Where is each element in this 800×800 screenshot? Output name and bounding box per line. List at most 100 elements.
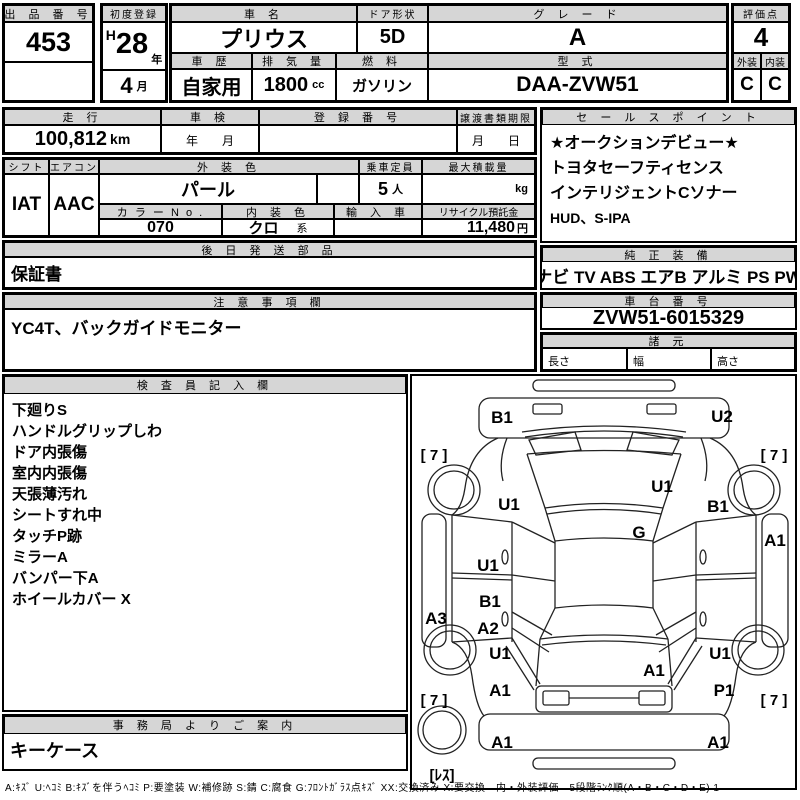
damage-marker: B1: [491, 408, 513, 427]
notes-label: 注 意 事 項 欄: [4, 294, 535, 309]
mileage-label: 走 行: [4, 109, 161, 125]
wheel-rear-right: [731, 624, 785, 676]
list-line: シートすれ中: [12, 507, 103, 524]
capacity-value: 5人: [359, 174, 422, 204]
notes-value: YC4T、バックガイドモニター: [4, 309, 535, 370]
c-pillar-left: [539, 607, 556, 640]
equipment-label: 純 正 装 備: [542, 247, 795, 262]
registration-number-label: 登 録 番 号: [259, 109, 457, 125]
c-pillar-right: [652, 607, 669, 640]
right-door-top: [695, 514, 757, 523]
fuel-value: ガソリン: [336, 69, 428, 101]
list-line: 下廻りS: [12, 402, 68, 419]
left-rear-door-handle: [501, 611, 509, 627]
tire-size-label: [ 7 ]: [761, 447, 788, 464]
damage-marker: B1: [479, 592, 501, 611]
a-pillar-right: [652, 453, 682, 542]
office-info-value: キーケース: [10, 741, 100, 761]
max-load-value: kg: [422, 174, 535, 204]
a-pillar-left: [526, 453, 556, 542]
damage-marker: U1: [498, 495, 520, 514]
color-no-label: カ ラ ー N o .: [99, 204, 222, 219]
car-name-value: プリウス: [171, 22, 357, 53]
month-unit: 月: [136, 80, 148, 93]
dimensions-label: 諸 元: [542, 334, 795, 348]
list-line: ドア内張傷: [12, 444, 88, 461]
aircon-label: エアコン: [49, 159, 99, 174]
recycle-deposit-unit: 円: [517, 222, 528, 235]
left-fold-line1: [511, 521, 556, 544]
sales-points-box: セ ー ル ス ポ イ ン ト ★オークションデビュー★ トヨタセーフティセンスイ…: [540, 107, 797, 243]
sales-points-list: ★オークションデビュー★ トヨタセーフティセンス インテリジェントCソナー HUD、S…: [542, 127, 795, 239]
damage-marker: A3: [425, 609, 447, 628]
recycle-deposit-value: 11,480 円: [422, 219, 535, 236]
list-line: バンパー下A: [12, 570, 99, 587]
car-name-label: 車 名: [171, 5, 357, 22]
damage-marker: U1: [651, 477, 673, 496]
inspection-value: 年 月: [161, 125, 259, 153]
later-parts-value: 保証書: [4, 257, 535, 288]
displacement-unit: cc: [312, 79, 325, 91]
tire-size-label: [ 7 ]: [421, 692, 448, 709]
inspection-label: 車 検: [161, 109, 259, 125]
right-door-divider1: [695, 572, 757, 576]
damage-marker: A1: [491, 733, 513, 752]
car-history-label: 車 歴: [171, 53, 252, 69]
list-line: インテリジェントCソナー: [550, 185, 738, 202]
list-line: HUD、S-IPA: [550, 210, 631, 226]
damage-marker: A2: [477, 619, 499, 638]
front-fender-right-inner: [700, 437, 708, 482]
chassis-number-label: 車 台 番 号: [542, 294, 795, 308]
inspector-notes-box: 検 査 員 記 入 欄 下廻りS ハンドルグリップしわ ドア内張傷 室内内張傷 天張薄汚…: [2, 374, 408, 712]
rear-fender-left: [451, 641, 485, 717]
right-door-divider2: [695, 577, 757, 581]
recycle-deposit-number: 11,480: [466, 219, 515, 236]
sales-points-label: セ ー ル ス ポ イ ン ト: [542, 109, 795, 125]
color-no-value: 070: [99, 219, 222, 236]
damage-marker: A1: [489, 681, 511, 700]
spare-tire: [417, 705, 467, 755]
interior-grade-value: C: [761, 69, 789, 101]
left-door-top: [451, 514, 513, 523]
damage-marker: U2: [711, 407, 733, 426]
damage-marker: A1: [764, 531, 786, 550]
import-label: 輸 入 車: [334, 204, 422, 219]
damage-marker: P1: [714, 681, 735, 700]
body-color-label: 外 装 色: [99, 159, 359, 174]
height-cell: 高さ: [711, 348, 795, 370]
lot-number-empty-cell: [4, 62, 93, 101]
wheel-front-left: [427, 464, 481, 516]
front-bumper-slot-left: [532, 403, 563, 415]
right-front-door-handle: [699, 549, 707, 565]
front-edge-bar: [532, 379, 676, 392]
registration-number-value: [259, 125, 457, 153]
car-history-value: 自家用: [171, 69, 252, 101]
wheel-rear-left: [423, 624, 477, 676]
model-code-value: DAA-ZVW51: [428, 69, 727, 101]
recycle-deposit-label: リサイクル預託金: [422, 204, 535, 219]
capacity-label: 乗車定員: [359, 159, 422, 174]
front-fender-left-inner: [500, 437, 508, 482]
right-rear-door-handle: [699, 611, 707, 627]
roof-rear-edge: [554, 604, 654, 609]
list-line: 天張薄汚れ: [12, 486, 88, 503]
cowl-line1: [544, 502, 664, 509]
equipment-box: 純 正 装 備 ナビ TV ABS エアB アルミ PS PW: [540, 245, 797, 290]
width-cell: 幅: [627, 348, 711, 370]
footer-legend: A:ｷｽﾞ U:ﾍｺﾐ B:ｷｽﾞを伴うﾍｺﾐ P:要塗装 W:補修跡 S:錆 …: [5, 783, 720, 794]
tire-size-label: [ 7 ]: [761, 692, 788, 709]
body-color-empty-cell: [317, 174, 359, 204]
plate-light-right: [638, 690, 666, 706]
year-number: 28: [115, 28, 149, 60]
lot-number-box: 出 品 番 号 453: [2, 3, 95, 103]
era-letter: H: [105, 27, 116, 43]
month-number: 4: [120, 72, 133, 98]
aircon-value: AAC: [49, 174, 99, 236]
mileage-unit: km: [110, 131, 131, 147]
displacement-number: 1800: [263, 73, 309, 96]
tire-size-label: [ 7 ]: [421, 447, 448, 464]
list-line: 室内内張傷: [12, 465, 88, 482]
first-registration-box: 初度登録 H 28 年 4月: [100, 3, 168, 103]
mileage-number: 100,812: [34, 127, 108, 150]
door-shape-value: 5D: [357, 22, 428, 53]
